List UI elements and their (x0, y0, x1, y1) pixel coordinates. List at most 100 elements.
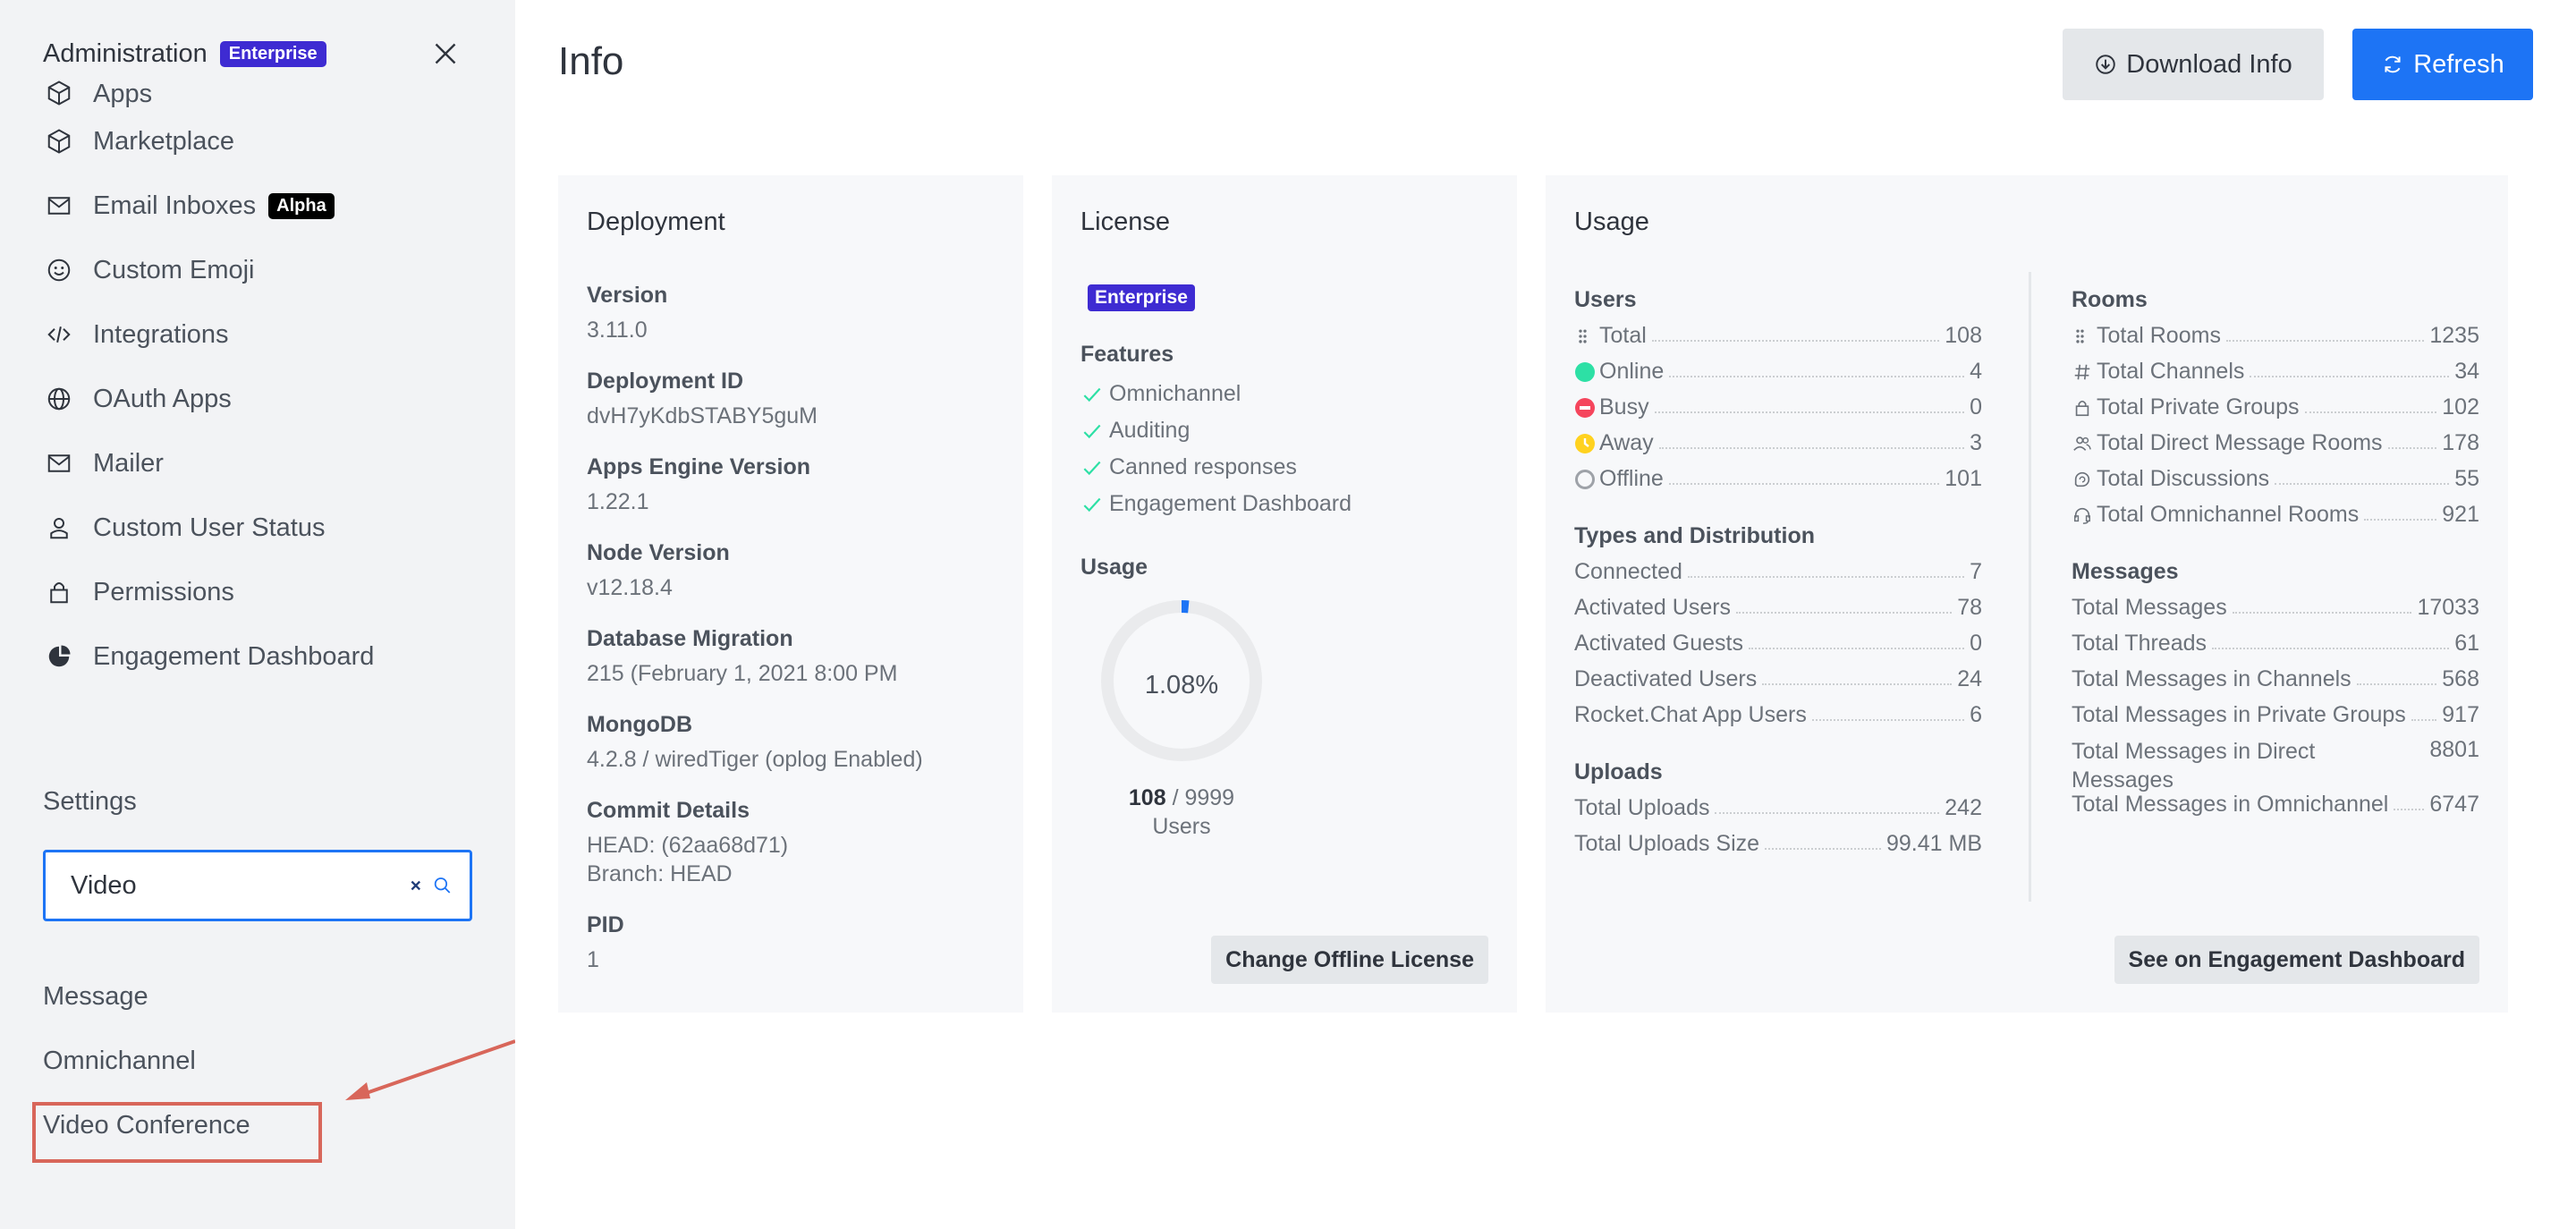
field-label: Version (587, 283, 668, 308)
stat-row: Busy 0 (1574, 385, 1982, 420)
stat-row: Total Messages 17033 (2072, 585, 2479, 621)
sidebar-item-label: Integrations (93, 319, 229, 349)
stat-label: Total Messages (2072, 595, 2227, 620)
node-version-field: Node Version v12.18.4 (587, 540, 730, 602)
search-icon[interactable] (433, 870, 452, 901)
field-value: 4.2.8 / wiredTiger (oplog Enabled) (587, 747, 923, 772)
stat-value: 178 (2442, 430, 2479, 455)
usage-title: Usage (1574, 208, 1649, 236)
sidebar-title: Administration (43, 38, 208, 68)
stat-value: 917 (2442, 702, 2479, 727)
stat-row: Total Messages in Direct Messages 8801 (2072, 728, 2479, 792)
stat-row: Total Threads 61 (2072, 621, 2479, 657)
field-label: PID (587, 912, 624, 937)
annotation-arrow-icon (345, 1039, 515, 1100)
sidebar-item-label: Custom User Status (93, 513, 326, 542)
see-engagement-dashboard-button[interactable]: See on Engagement Dashboard (2114, 936, 2479, 984)
settings-result-message[interactable]: Message (43, 982, 148, 1012)
stat-label: Activated Users (1574, 595, 1732, 620)
admin-sidebar: Administration Enterprise Apps Marketpla… (0, 0, 515, 1229)
refresh-icon (2385, 55, 2401, 73)
feature-item: Auditing (1080, 412, 1352, 449)
stat-label: Total Direct Message Rooms (2097, 430, 2383, 455)
stat-row: Total Rooms 1235 (2072, 313, 2479, 349)
stat-value: 61 (2454, 631, 2479, 656)
stat-value: 8801 (2429, 737, 2479, 762)
sidebar-item-oauth-apps[interactable]: OAuth Apps (43, 367, 472, 431)
stat-row: Deactivated Users 24 (1574, 657, 1982, 692)
feature-label: Canned responses (1109, 454, 1297, 479)
check-icon (1083, 461, 1101, 475)
sidebar-item-mailer[interactable]: Mailer (43, 431, 472, 496)
rooms-heading: Rooms (2072, 287, 2148, 312)
field-label: Apps Engine Version (587, 454, 811, 479)
online-status-icon (1574, 361, 1596, 383)
globe-icon (43, 383, 75, 415)
stat-value: 101 (1945, 466, 1982, 491)
deployment-id-field: Deployment ID dvH7yKdbSTABY5guM (587, 369, 818, 430)
settings-search-input[interactable] (71, 870, 408, 901)
enterprise-badge: Enterprise (219, 40, 326, 67)
close-icon[interactable] (429, 38, 462, 70)
cube-icon (43, 125, 75, 157)
stat-label: Total Messages in Omnichannel (2072, 792, 2389, 817)
sidebar-item-label: Custom Emoji (93, 255, 255, 284)
usage-left-column: Users Total 108 Online 4 Busy 0 Away 3 O… (1574, 283, 1982, 857)
mail-icon (43, 190, 75, 222)
headset-icon (2072, 504, 2093, 526)
stat-row: Total Discussions 55 (2072, 456, 2479, 492)
stat-label: Total Messages in Channels (2072, 666, 2351, 691)
sidebar-item-label: Email Inboxes (93, 191, 257, 220)
change-offline-license-button[interactable]: Change Offline License (1211, 936, 1488, 984)
stat-value: 1235 (2429, 323, 2479, 348)
stat-value: 78 (1957, 595, 1982, 620)
settings-result-omnichannel[interactable]: Omnichannel (43, 1047, 196, 1076)
field-value: HEAD: (62aa68d71) (587, 833, 789, 858)
download-info-label: Download Info (2126, 49, 2292, 79)
apps-engine-version-field: Apps Engine Version 1.22.1 (587, 454, 810, 516)
messages-heading: Messages (2072, 559, 2179, 584)
sidebar-item-apps[interactable]: Apps (43, 77, 472, 109)
pid-field: PID 1 (587, 912, 624, 974)
features-label: Features (1080, 342, 1174, 367)
database-migration-field: Database Migration 215 (February 1, 2021… (587, 626, 897, 688)
sidebar-item-engagement-dashboard[interactable]: Engagement Dashboard (43, 624, 472, 689)
user-icon (43, 512, 75, 544)
clear-search-icon[interactable] (408, 873, 424, 898)
stat-label: Rocket.Chat App Users (1574, 702, 1807, 727)
usage-card: Usage Users Total 108 Online 4 Busy 0 Aw… (1546, 175, 2508, 1013)
uploads-heading: Uploads (1574, 759, 1663, 784)
main-content: Info Download Info Refresh Deployment Ve… (515, 0, 2576, 1229)
sidebar-item-permissions[interactable]: Permissions (43, 560, 472, 624)
license-usage-percent: 1.08% (1144, 671, 1219, 699)
stat-value: 6 (1970, 702, 1982, 727)
feature-label: Engagement Dashboard (1109, 491, 1352, 516)
sidebar-item-integrations[interactable]: Integrations (43, 302, 472, 367)
sidebar-item-email-inboxes[interactable]: Email Inboxes Alpha (43, 174, 472, 238)
commit-details-field: Commit Details HEAD: (62aa68d71) Branch:… (587, 798, 788, 888)
stat-value: 0 (1970, 394, 1982, 420)
stat-label: Online (1599, 359, 1665, 384)
download-info-button[interactable]: Download Info (2063, 29, 2324, 100)
check-icon (1083, 497, 1101, 512)
pie-chart-icon (43, 640, 75, 673)
stat-value: 24 (1957, 666, 1982, 691)
feature-label: Auditing (1109, 418, 1191, 443)
stat-label: Activated Guests (1574, 631, 1743, 656)
sidebar-item-marketplace[interactable]: Marketplace (43, 109, 472, 174)
stat-value: 0 (1970, 631, 1982, 656)
sidebar-item-custom-user-status[interactable]: Custom User Status (43, 496, 472, 560)
discussion-icon (2072, 469, 2093, 490)
stat-label: Total Rooms (2097, 323, 2221, 348)
stat-label: Total Threads (2072, 631, 2207, 656)
stat-label: Total Discussions (2097, 466, 2270, 491)
stat-value: 4 (1970, 359, 1982, 384)
field-label: Database Migration (587, 626, 793, 651)
stat-value: 242 (1945, 795, 1982, 820)
stat-label: Total Omnichannel Rooms (2097, 502, 2360, 527)
sidebar-item-custom-emoji[interactable]: Custom Emoji (43, 238, 472, 302)
stat-value: 921 (2442, 502, 2479, 527)
settings-heading: Settings (43, 787, 137, 816)
stat-value: 102 (2442, 394, 2479, 420)
refresh-button[interactable]: Refresh (2352, 29, 2533, 100)
